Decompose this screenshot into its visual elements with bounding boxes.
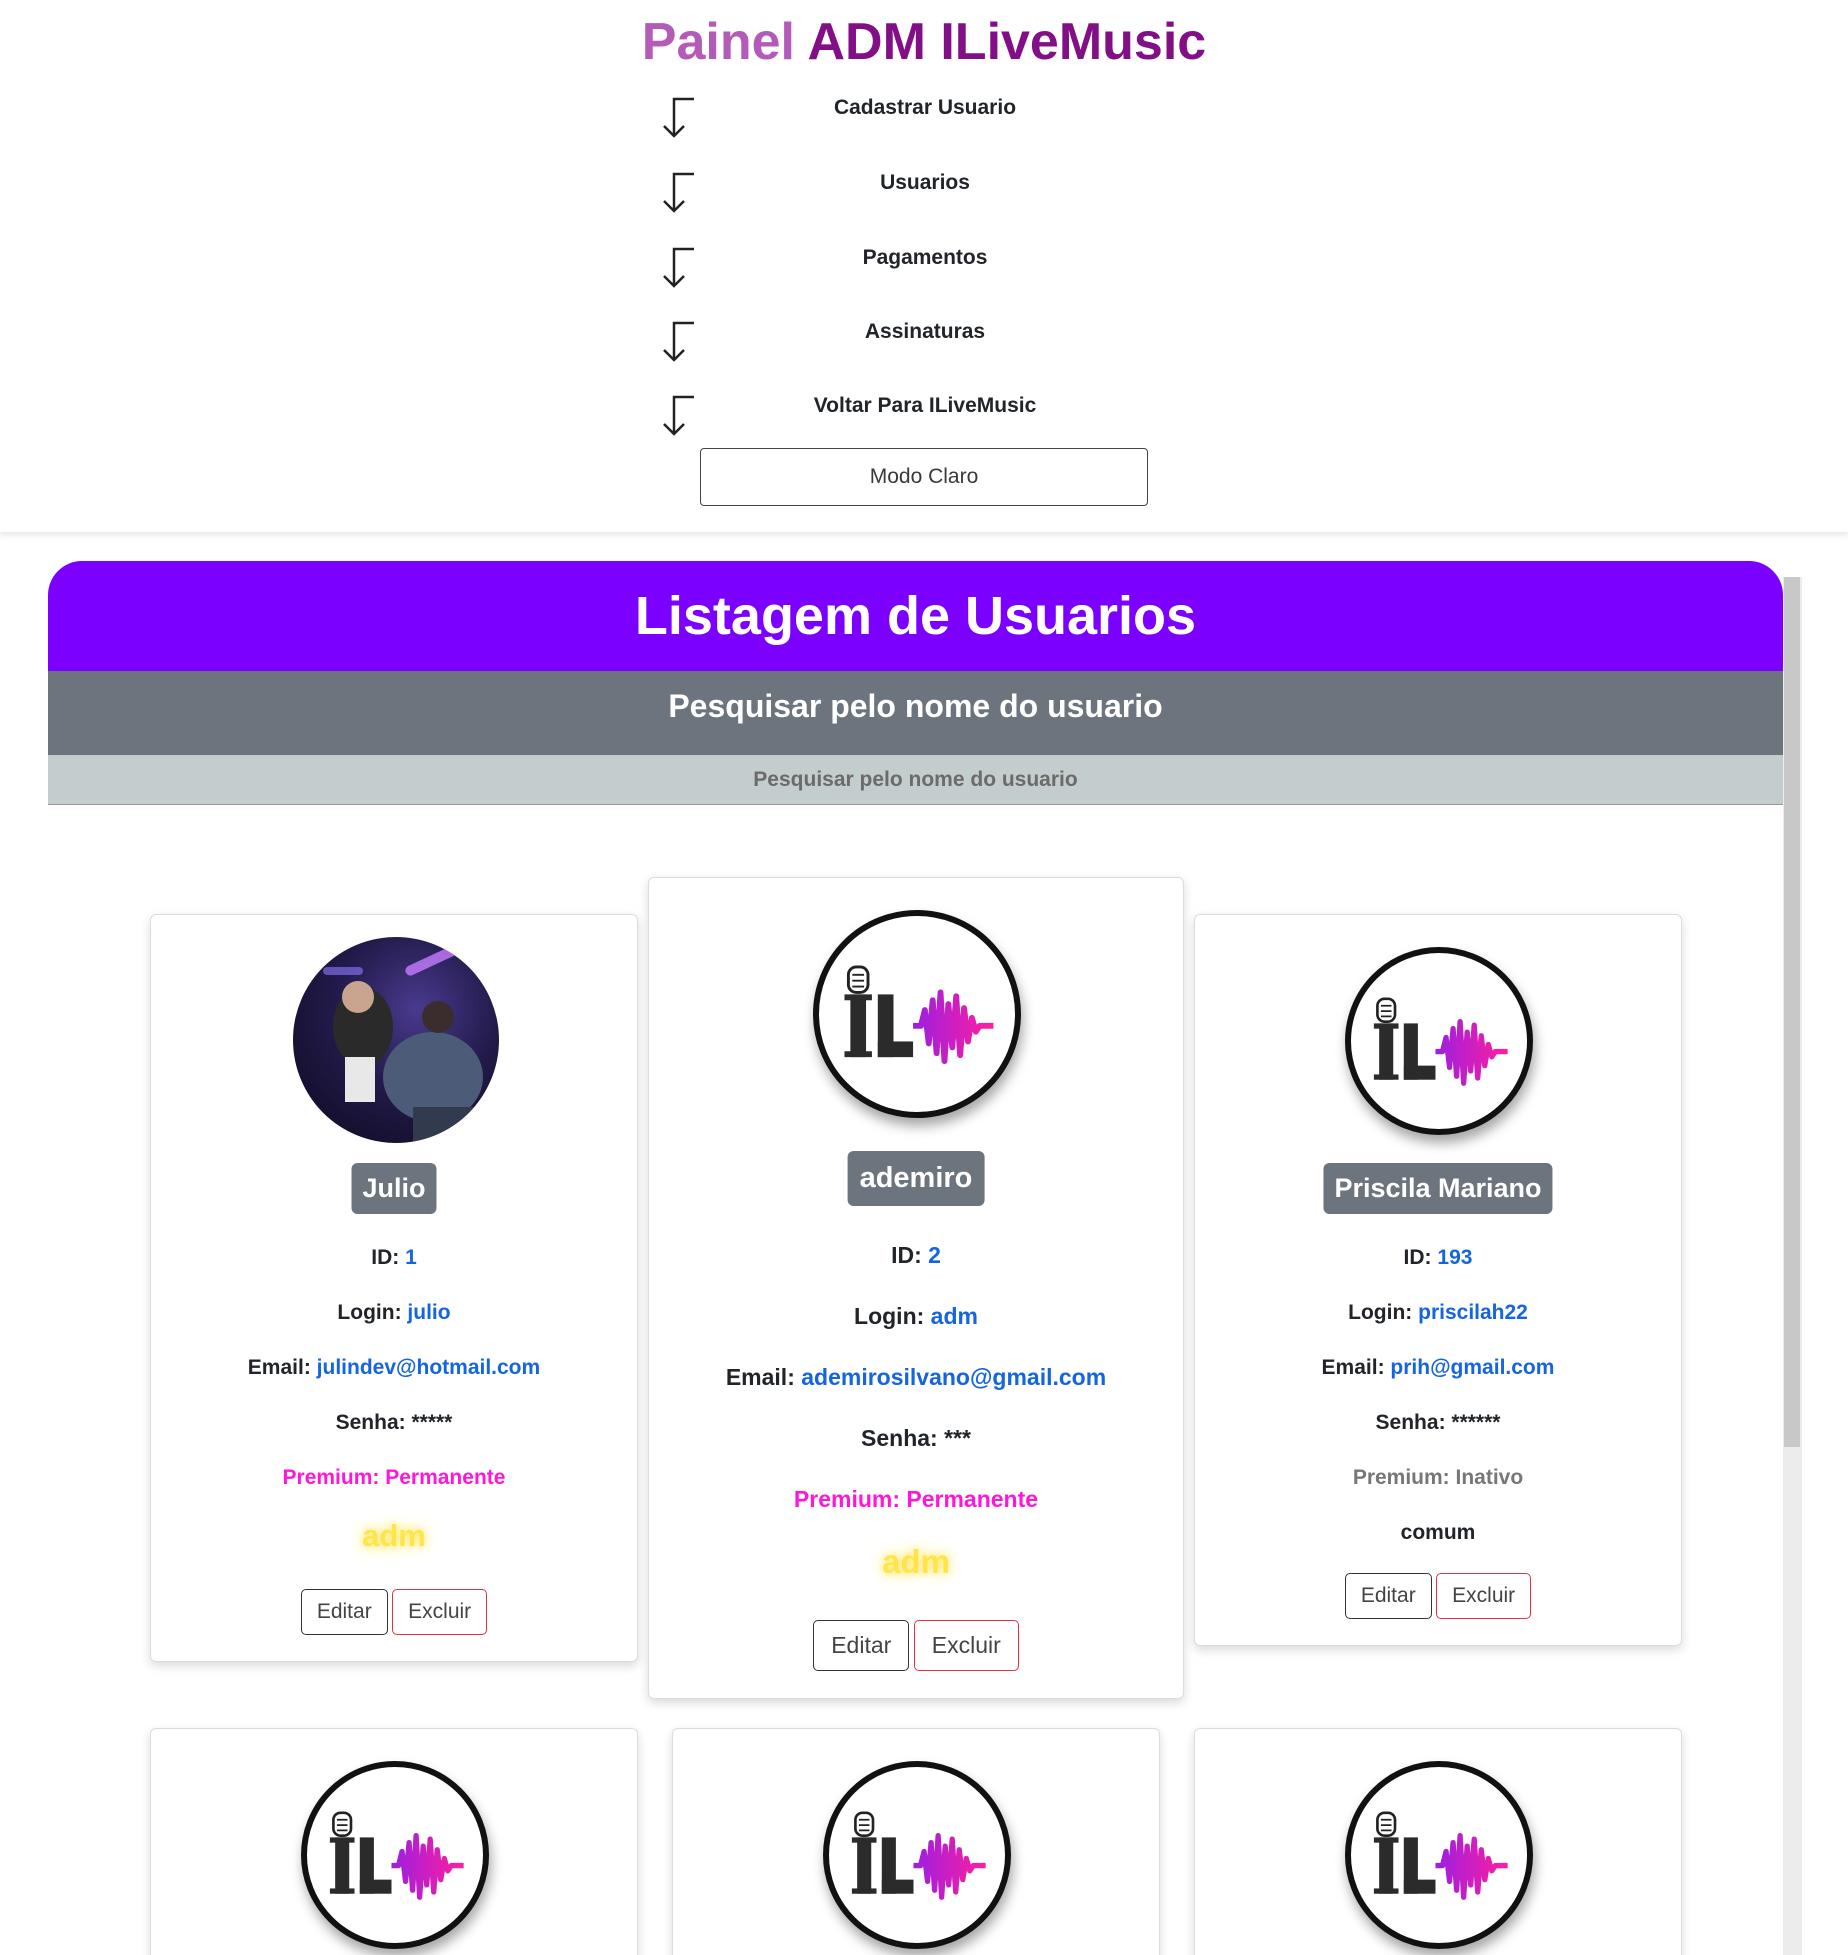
edit-button[interactable]: Editar: [813, 1620, 910, 1671]
user-premium-status: Premium: Permanente: [282, 1466, 506, 1489]
nav-label[interactable]: Cadastrar Usuario: [650, 96, 1200, 120]
ilivemusic-logo-icon: [301, 1761, 489, 1949]
card-actions: Editar Excluir: [151, 1589, 637, 1635]
user-senha: Senha: ***: [861, 1425, 971, 1451]
user-email: Email: ademirosilvano@gmail.com: [725, 1364, 1107, 1390]
search-heading: Pesquisar pelo nome do usuario: [48, 671, 1783, 755]
nav-item-assinaturas[interactable]: Assinaturas: [650, 320, 1200, 380]
ilivemusic-logo-icon: [813, 910, 1021, 1118]
user-name-badge: Priscila Mariano: [1323, 1163, 1553, 1214]
user-photo-avatar: [293, 937, 499, 1143]
delete-button[interactable]: Excluir: [392, 1589, 488, 1635]
listing-title: Listagem de Usuarios: [48, 561, 1783, 671]
user-senha: Senha: ******: [1375, 1411, 1501, 1434]
nav-item-pagamentos[interactable]: Pagamentos: [650, 246, 1200, 306]
ilivemusic-logo-icon: [823, 1761, 1011, 1949]
scrollbar-thumb[interactable]: [1784, 577, 1800, 1447]
delete-button[interactable]: Excluir: [1436, 1573, 1532, 1619]
user-role: adm: [882, 1543, 950, 1580]
ilivemusic-logo-icon: [1345, 947, 1533, 1135]
edit-button[interactable]: Editar: [300, 1589, 388, 1635]
delete-button[interactable]: Excluir: [913, 1620, 1019, 1671]
user-role: comum: [1400, 1521, 1476, 1544]
user-card: ademiro ID: 2 Login: adm Email: ademiros…: [648, 877, 1184, 1699]
admin-header: Painel ADM ILiveMusic Cadastrar Usuario …: [0, 0, 1848, 532]
edit-button[interactable]: Editar: [1344, 1573, 1432, 1619]
user-role: adm: [362, 1518, 426, 1553]
nav-label[interactable]: Voltar Para ILiveMusic: [650, 394, 1200, 418]
nav-label[interactable]: Assinaturas: [650, 320, 1200, 344]
user-id: ID: 193: [1403, 1246, 1473, 1269]
user-premium-status: Premium: Inativo: [1352, 1466, 1524, 1489]
ilivemusic-logo-icon: [1345, 1761, 1533, 1949]
user-card: Priscila Mariano ID: 193 Login: priscila…: [1194, 914, 1682, 1646]
card-actions: Editar Excluir: [649, 1620, 1183, 1671]
user-email: Email: prih@gmail.com: [1321, 1356, 1555, 1379]
user-name-badge: Julio: [351, 1163, 437, 1214]
user-login: Login: adm: [854, 1303, 978, 1329]
brand-part1: Painel: [641, 13, 795, 71]
user-id: ID: 2: [891, 1242, 941, 1268]
theme-toggle-button[interactable]: Modo Claro: [700, 448, 1148, 506]
nav-label[interactable]: Usuarios: [650, 171, 1200, 195]
user-login: Login: julio: [337, 1301, 451, 1324]
user-card: [1194, 1728, 1682, 1955]
user-email: Email: julindev@hotmail.com: [247, 1356, 541, 1379]
nav-item-voltar-ilivemusic[interactable]: Voltar Para ILiveMusic: [650, 394, 1200, 454]
user-login: Login: priscilah22: [1348, 1301, 1528, 1324]
user-name-badge: ademiro: [847, 1151, 985, 1206]
user-premium-status: Premium: Permanente: [793, 1486, 1039, 1512]
nav-label[interactable]: Pagamentos: [650, 246, 1200, 270]
user-card: [150, 1728, 638, 1955]
user-senha: Senha: *****: [335, 1411, 453, 1434]
user-id: ID: 1: [371, 1246, 417, 1269]
user-listing-panel: Listagem de Usuarios Pesquisar pelo nome…: [48, 561, 1783, 1955]
user-card: [672, 1728, 1160, 1955]
nav-item-usuarios[interactable]: Usuarios: [650, 171, 1200, 231]
search-input[interactable]: [48, 755, 1783, 805]
user-card: Julio ID: 1 Login: julio Email: julindev…: [150, 914, 638, 1662]
nav-item-cadastrar-usuario[interactable]: Cadastrar Usuario: [650, 96, 1200, 156]
brand-part2: ADM ILiveMusic: [807, 13, 1207, 71]
card-actions: Editar Excluir: [1195, 1573, 1681, 1619]
page-title: Painel ADM ILiveMusic: [0, 10, 1848, 74]
